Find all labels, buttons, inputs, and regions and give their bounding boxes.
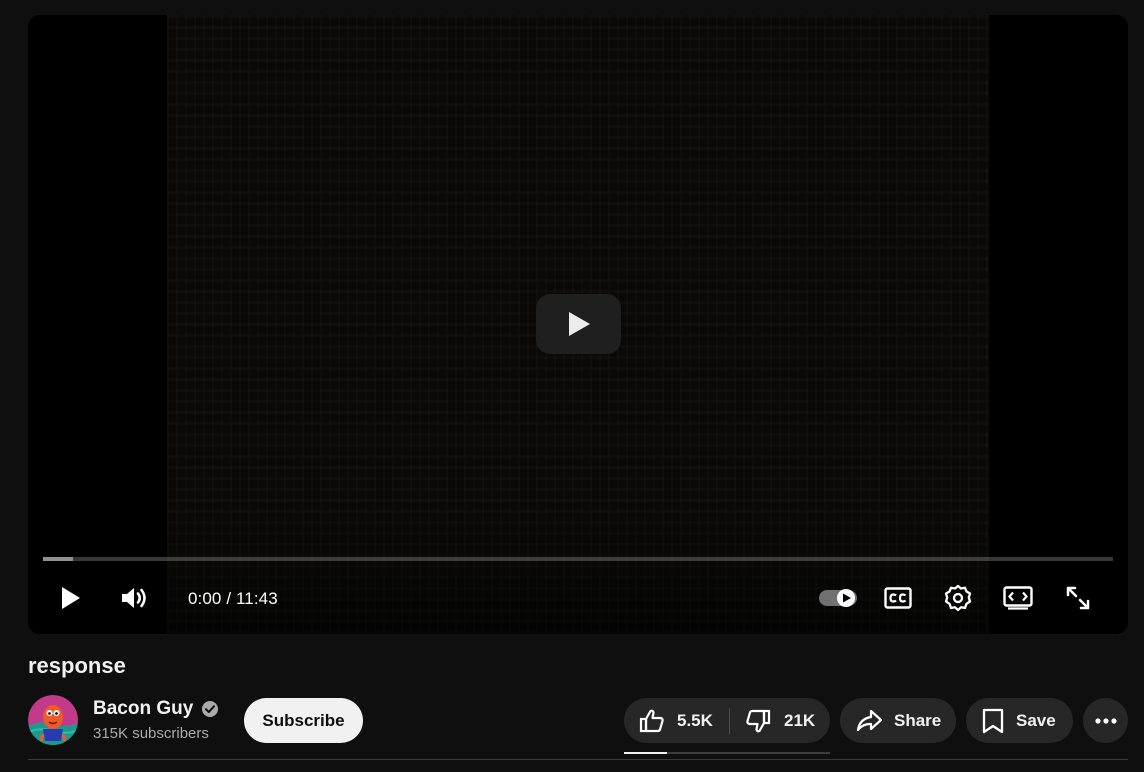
fullscreen-icon bbox=[1066, 586, 1090, 610]
cc-icon bbox=[884, 587, 912, 609]
channel-avatar[interactable] bbox=[28, 695, 78, 745]
video-player[interactable]: 0:00 / 11:43 bbox=[28, 15, 1128, 634]
like-count: 5.5K bbox=[677, 710, 713, 730]
like-ratio-fill bbox=[624, 752, 668, 754]
dislike-button[interactable]: 21K bbox=[730, 698, 815, 743]
channel-name: Bacon Guy bbox=[93, 698, 194, 719]
fullscreen-button[interactable] bbox=[1058, 578, 1098, 618]
volume-icon bbox=[122, 588, 146, 608]
subtitles-button[interactable] bbox=[878, 578, 918, 618]
like-ratio-bar bbox=[624, 752, 830, 754]
more-actions-button[interactable] bbox=[1083, 698, 1128, 743]
autoplay-toggle[interactable] bbox=[814, 578, 862, 618]
subscribe-button[interactable]: Subscribe bbox=[244, 698, 363, 743]
bookmark-icon bbox=[982, 708, 1004, 733]
thumbs-down-icon bbox=[746, 709, 771, 732]
play-icon bbox=[568, 312, 590, 336]
mute-button[interactable] bbox=[112, 578, 156, 618]
settings-gear-icon bbox=[944, 584, 972, 612]
current-time: 0:00 bbox=[188, 589, 222, 608]
settings-button[interactable] bbox=[938, 578, 978, 618]
buffered-bar bbox=[43, 557, 73, 561]
duration: 11:43 bbox=[235, 589, 278, 608]
video-title: response bbox=[28, 653, 126, 678]
dislike-count: 21K bbox=[784, 710, 816, 730]
theater-mode-icon bbox=[1003, 586, 1033, 610]
share-button[interactable]: Share bbox=[840, 698, 956, 743]
share-label: Share bbox=[894, 710, 942, 730]
play-button[interactable] bbox=[48, 578, 92, 618]
progress-bar[interactable] bbox=[43, 557, 1113, 561]
like-button[interactable]: 5.5K bbox=[624, 698, 729, 743]
save-button[interactable]: Save bbox=[966, 698, 1073, 743]
section-divider bbox=[28, 759, 1128, 760]
theater-mode-button[interactable] bbox=[998, 578, 1038, 618]
play-icon bbox=[62, 587, 80, 609]
thumbs-up-icon bbox=[639, 709, 664, 732]
autoplay-toggle-icon bbox=[819, 589, 857, 607]
more-horizontal-icon bbox=[1094, 717, 1117, 724]
time-display: 0:00 / 11:43 bbox=[188, 589, 278, 609]
share-icon bbox=[856, 709, 883, 731]
verified-badge-icon bbox=[202, 701, 219, 717]
avatar-image bbox=[28, 695, 78, 745]
save-label: Save bbox=[1016, 710, 1056, 730]
like-dislike-group: 5.5K 21K bbox=[624, 698, 830, 743]
channel-name-link[interactable]: Bacon Guy bbox=[93, 698, 219, 720]
subscriber-count: 315K subscribers bbox=[93, 725, 209, 742]
time-separator: / bbox=[221, 589, 236, 608]
large-play-button[interactable] bbox=[536, 294, 621, 354]
